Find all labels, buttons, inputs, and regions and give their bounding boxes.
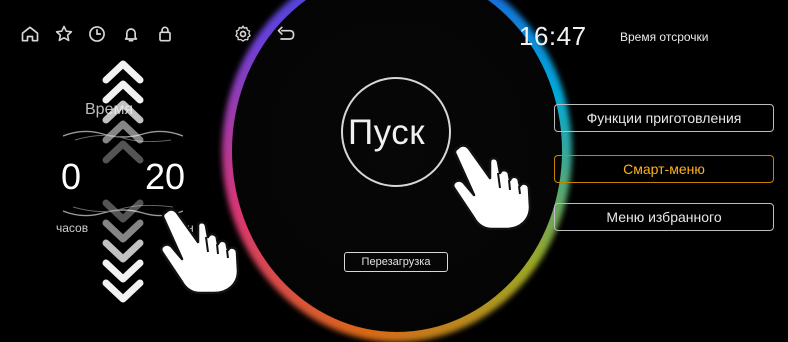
hours-unit-label: часов <box>56 221 89 235</box>
clock-icon[interactable] <box>87 24 107 44</box>
top-bar: 16:47 Время отсрочки <box>0 0 788 64</box>
bell-icon[interactable] <box>121 24 141 44</box>
star-icon[interactable] <box>54 24 74 44</box>
favorites-menu-button[interactable]: Меню избранного <box>554 203 774 231</box>
scroll-down-chevrons-icon[interactable] <box>96 189 150 309</box>
start-button-label[interactable]: Пуск <box>348 113 425 153</box>
delay-time-panel: Время 0 20 часов мин <box>0 60 240 303</box>
page-title: Время отсрочки <box>620 30 709 44</box>
oven-delay-screen: 16:47 Время отсрочки Время 0 20 часов ми… <box>0 0 788 342</box>
restart-button[interactable]: Перезагрузка <box>344 252 448 272</box>
lock-icon[interactable] <box>155 24 175 44</box>
scroll-up-chevrons-icon[interactable] <box>96 56 150 176</box>
clock-time: 16:47 <box>519 21 587 51</box>
cooking-functions-button[interactable]: Функции приготовления <box>554 104 774 132</box>
settings-icon[interactable] <box>233 24 253 44</box>
smart-menu-button[interactable]: Смарт-меню <box>554 155 774 183</box>
tap-hand-icon <box>446 140 538 232</box>
hours-value[interactable]: 0 <box>61 156 81 198</box>
minutes-value[interactable]: 20 <box>145 156 185 198</box>
back-icon[interactable] <box>273 24 299 44</box>
home-icon[interactable] <box>20 24 40 44</box>
tap-hand-icon <box>154 204 246 296</box>
